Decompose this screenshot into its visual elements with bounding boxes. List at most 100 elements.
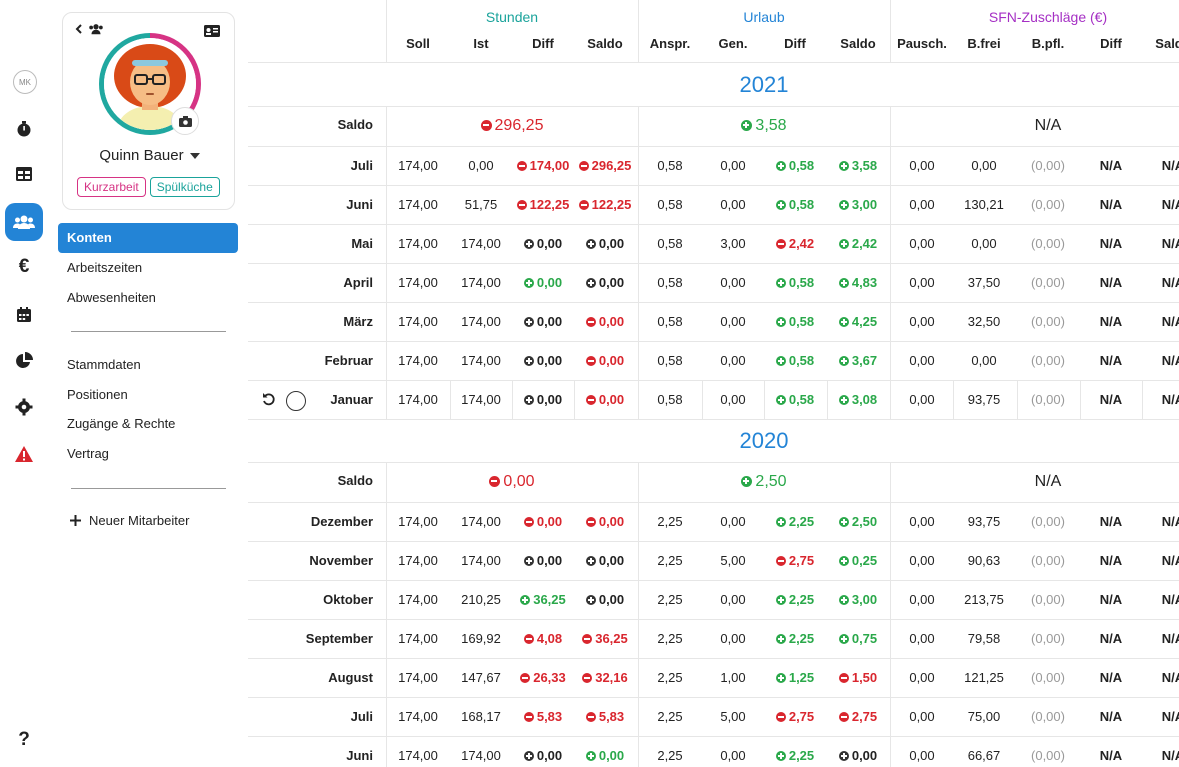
cell-value: (0,00) (1031, 236, 1065, 251)
table-cell: 0,58 (764, 275, 826, 290)
minus-circle-icon (523, 712, 534, 722)
plus-circle-icon (523, 317, 534, 327)
table-cell: 0,00 (702, 158, 764, 173)
cell-value: 2,25 (657, 592, 683, 607)
table-row[interactable]: Juni 174,00 51,75 122,25 122,25 0,58 0,00 0,58 3… (248, 185, 1179, 224)
table-cell: N/A (1142, 236, 1179, 251)
table-icon[interactable] (5, 155, 43, 193)
table-row[interactable]: Dezember 174,00 174,00 0,00 0,00 2,25 0,00 2,25… (248, 502, 1179, 541)
undo-icon[interactable] (262, 392, 276, 411)
table-cell: 174,00 (450, 553, 512, 568)
table-row[interactable]: Mai 174,00 174,00 0,00 0,00 0,58 3,00 2,42 2,42 0… (248, 224, 1179, 263)
employee-name-dropdown[interactable]: Quinn Bauer (63, 147, 236, 164)
euro-icon[interactable]: € (5, 248, 43, 286)
cell-value: 174,00 (398, 748, 438, 763)
nav-item-vertrag[interactable]: Vertrag (58, 439, 238, 469)
user-initials-avatar[interactable]: MK (13, 70, 37, 94)
back-to-team-button[interactable] (75, 23, 105, 35)
table-cell: 174,00 (450, 275, 512, 290)
table-row[interactable]: Juli 174,00 0,00 174,00 296,25 0,58 0,00 0,58 3,… (248, 146, 1179, 185)
month-label: Februar (324, 353, 373, 368)
table-cell: 0,58 (764, 314, 826, 329)
stopwatch-icon[interactable] (5, 110, 43, 148)
cell-value: 32,16 (595, 670, 628, 685)
nav-item-stammdaten[interactable]: Stammdaten (58, 350, 238, 380)
cell-value: 0,00 (971, 353, 997, 368)
new-employee-label: Neuer Mitarbeiter (89, 513, 190, 528)
cell-value: 174,00 (461, 236, 501, 251)
table-cell: 2,25 (764, 631, 826, 646)
cell-value: 93,75 (967, 392, 1001, 407)
tag-spuelkueche[interactable]: Spülküche (149, 177, 220, 197)
table-row[interactable]: April 174,00 174,00 0,00 0,00 0,58 0,00 0,58 4,8… (248, 263, 1179, 302)
table-cell: 0,00 (891, 236, 953, 251)
table-row[interactable]: August 174,00 147,67 26,33 32,16 2,25 1,00 1,25… (248, 658, 1179, 697)
tag-kurzarbeit[interactable]: Kurzarbeit (77, 177, 146, 197)
camera-icon[interactable] (171, 107, 199, 135)
cell-value: N/A (1161, 353, 1179, 368)
table-cell: 2,25 (639, 748, 701, 763)
cell-value: 0,00 (598, 592, 625, 607)
nav-item-abwesenheiten[interactable]: Abwesenheiten (58, 283, 238, 313)
cell-value: (0,00) (1031, 670, 1065, 685)
table-row[interactable]: März 174,00 174,00 0,00 0,00 0,58 0,00 0,58 4,25… (248, 302, 1179, 341)
cell-value: 2,25 (657, 631, 683, 646)
table-cell: 32,50 (953, 314, 1015, 329)
cell-value: 174,00 (398, 514, 438, 529)
cell-value: 0,00 (720, 158, 746, 173)
new-employee-button[interactable]: Neuer Mitarbeiter (70, 513, 189, 528)
id-card-icon[interactable] (204, 24, 220, 42)
gear-icon[interactable] (5, 388, 43, 426)
calendar-icon[interactable] (5, 295, 43, 333)
table-cell: 93,75 (953, 514, 1015, 529)
users-icon[interactable] (5, 203, 43, 241)
cell-value: 0,00 (909, 553, 935, 568)
table-cell: 2,25 (764, 592, 826, 607)
pie-chart-icon[interactable] (5, 342, 43, 380)
nav-item-zugaenge-rechte[interactable]: Zugänge & Rechte (58, 409, 238, 439)
cell-value: 0,00 (720, 275, 746, 290)
table-cell: 2,25 (639, 670, 701, 685)
table-row[interactable]: September 174,00 169,92 4,08 36,25 2,25 0,00 2,… (248, 619, 1179, 658)
table-row[interactable]: Februar 174,00 174,00 0,00 0,00 0,58 0,00 0,58 3… (248, 341, 1179, 380)
plus-circle-icon (775, 317, 786, 327)
table-row[interactable]: Oktober 174,00 210,25 36,25 0,00 2,25 0,00 2,25… (248, 580, 1179, 619)
cell-value: (0,00) (1031, 353, 1065, 368)
nav-item-positionen[interactable]: Positionen (58, 380, 238, 410)
nav-divider (71, 331, 226, 332)
cell-value: 2,42 (851, 236, 878, 251)
help-icon[interactable]: ? (5, 721, 43, 759)
cell-value: 5,00 (720, 553, 746, 568)
table-row[interactable]: Januar 174,00 174,00 0,00 0,00 0,58 0,00 0,58 3,… (248, 380, 1179, 419)
cell-value: 26,33 (533, 670, 566, 685)
minus-circle-icon (775, 556, 786, 566)
plus-circle-icon (585, 595, 596, 605)
cell-value: 0,00 (536, 392, 563, 407)
saldo-stunden: 0,00 (386, 473, 638, 491)
cell-value: 174,00 (461, 748, 501, 763)
table-cell: 0,00 (702, 314, 764, 329)
minus-circle-icon (489, 476, 501, 487)
table-cell: 0,00 (891, 392, 953, 407)
table-row[interactable]: Juni 174,00 174,00 0,00 0,00 2,25 0,00 2,25 0,00… (248, 736, 1179, 767)
nav-item-konten[interactable]: Konten (58, 223, 238, 253)
table-cell: 0,58 (764, 392, 826, 407)
table-cell: 3,08 (827, 392, 889, 407)
table-cell: 2,42 (827, 236, 889, 251)
table-row[interactable]: November 174,00 174,00 0,00 0,00 2,25 5,00 2,75… (248, 541, 1179, 580)
cell-value: 0,00 (720, 353, 746, 368)
table-cell: 0,00 (891, 553, 953, 568)
plus-circle-icon (585, 239, 596, 249)
table-cell: 0,00 (702, 748, 764, 763)
column-divider (386, 0, 387, 62)
nav-divider (71, 488, 226, 489)
cell-value: 174,00 (461, 353, 501, 368)
plus-circle-icon (838, 239, 849, 249)
table-cell: 37,50 (953, 275, 1015, 290)
minus-circle-icon (582, 634, 593, 644)
row-option-toggle[interactable] (286, 391, 306, 411)
table-row[interactable]: Juli 174,00 168,17 5,83 5,83 2,25 5,00 2,75 2,75… (248, 697, 1179, 736)
nav-item-arbeitszeiten[interactable]: Arbeitszeiten (58, 253, 238, 283)
warning-icon[interactable] (5, 435, 43, 473)
table-cell: N/A (1080, 514, 1142, 529)
